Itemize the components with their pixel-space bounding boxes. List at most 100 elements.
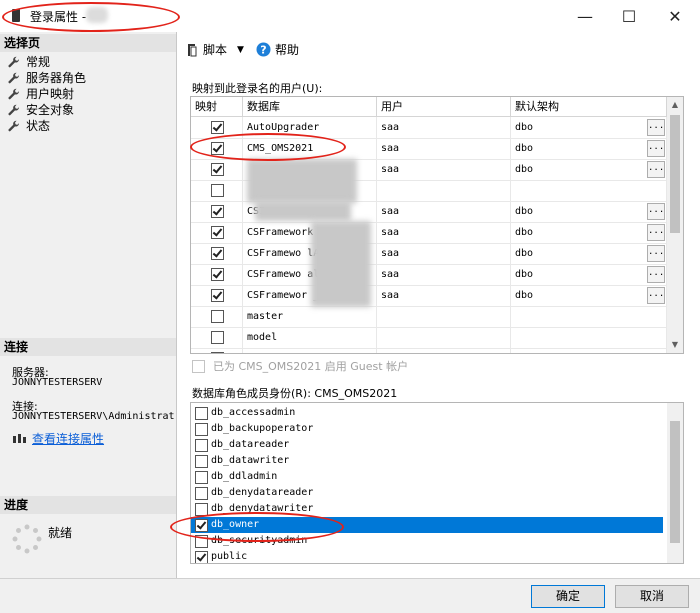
table-row[interactable]: model xyxy=(191,327,667,349)
user-cell[interactable] xyxy=(377,348,511,353)
scroll-thumb[interactable] xyxy=(670,115,680,233)
role-item[interactable]: db_ddladmin xyxy=(191,469,663,485)
user-cell[interactable]: saa xyxy=(377,243,511,264)
table-row[interactable]: CMS_OMS2021 saa dbo... xyxy=(191,138,667,160)
close-button[interactable]: ✕ xyxy=(652,0,698,32)
role-item[interactable]: db_accessadmin xyxy=(191,405,663,421)
browse-schema-button[interactable]: ... xyxy=(647,161,665,178)
browse-schema-button[interactable]: ... xyxy=(647,266,665,283)
schema-cell[interactable]: dbo... xyxy=(511,222,667,243)
nav-item[interactable]: 服务器角色 xyxy=(8,70,86,86)
roles-vertical-scrollbar[interactable] xyxy=(667,403,683,563)
user-cell[interactable]: saa xyxy=(377,285,511,306)
schema-cell[interactable]: dbo... xyxy=(511,159,667,180)
schema-cell[interactable]: dbo... xyxy=(511,264,667,285)
role-membership-list[interactable]: db_accessadmin db_backupoperator db_datare… xyxy=(190,402,684,564)
schema-cell[interactable] xyxy=(511,327,667,348)
chevron-down-icon[interactable]: ▼ xyxy=(237,45,244,55)
role-checkbox[interactable] xyxy=(195,423,208,436)
browse-schema-button[interactable]: ... xyxy=(647,119,665,136)
role-checkbox[interactable] xyxy=(195,535,208,548)
user-cell[interactable] xyxy=(377,327,511,348)
view-connection-properties[interactable]: 查看连接属性 xyxy=(12,430,104,447)
map-checkbox[interactable] xyxy=(211,289,224,302)
role-item[interactable]: public xyxy=(191,549,663,563)
scroll-up-arrow-icon[interactable]: ▲ xyxy=(667,97,683,113)
map-checkbox[interactable] xyxy=(211,184,224,197)
role-item[interactable]: db_denydatawriter xyxy=(191,501,663,517)
user-mapping-grid[interactable]: 映射 数据库 用户 默认架构 AutoUpgrader saa dbo... CMS_… xyxy=(190,96,684,354)
schema-cell[interactable] xyxy=(511,348,667,353)
user-cell[interactable]: saa xyxy=(377,138,511,159)
schema-cell[interactable]: dbo... xyxy=(511,117,667,138)
map-checkbox[interactable] xyxy=(211,205,224,218)
user-cell[interactable]: saa xyxy=(377,264,511,285)
map-checkbox[interactable] xyxy=(211,163,224,176)
browse-schema-button[interactable]: ... xyxy=(647,140,665,157)
role-checkbox[interactable] xyxy=(195,503,208,516)
user-cell[interactable]: saa xyxy=(377,222,511,243)
schema-cell[interactable] xyxy=(511,306,667,327)
table-row[interactable]: CSFramewor _stem saa dbo... xyxy=(191,285,667,307)
users-vertical-scrollbar[interactable]: ▲ ▼ xyxy=(667,97,683,353)
user-cell[interactable]: saa xyxy=(377,117,511,138)
map-checkbox[interactable] xyxy=(211,352,224,353)
map-checkbox[interactable] xyxy=(211,310,224,323)
table-row[interactable]: CSFramewo lAP... saa dbo... xyxy=(191,243,667,265)
table-row[interactable]: master xyxy=(191,306,667,328)
map-checkbox[interactable] xyxy=(211,121,224,134)
maximize-button[interactable]: ☐ xyxy=(606,0,652,32)
table-row[interactable]: CSFramework A... saa dbo... xyxy=(191,222,667,244)
role-checkbox[interactable] xyxy=(195,519,208,532)
table-row[interactable]: msdb xyxy=(191,348,667,353)
role-item[interactable]: db_denydatareader xyxy=(191,485,663,501)
nav-item[interactable]: 状态 xyxy=(8,118,50,134)
role-checkbox[interactable] xyxy=(195,455,208,468)
ok-button[interactable]: 确定 xyxy=(531,585,605,608)
column-header-map[interactable]: 映射 xyxy=(191,97,243,116)
schema-cell[interactable]: dbo... xyxy=(511,243,667,264)
schema-cell[interactable]: dbo... xyxy=(511,201,667,222)
role-checkbox[interactable] xyxy=(195,551,208,563)
roles-scroll-thumb[interactable] xyxy=(670,421,680,543)
user-cell[interactable]: saa xyxy=(377,201,511,222)
browse-schema-button[interactable]: ... xyxy=(647,203,665,220)
role-item[interactable]: db_owner xyxy=(191,517,663,533)
browse-schema-button[interactable]: ... xyxy=(647,224,665,241)
script-button[interactable]: 脚本 ▼ xyxy=(186,41,244,58)
nav-item[interactable]: 安全对象 xyxy=(8,102,74,118)
schema-cell[interactable]: dbo... xyxy=(511,285,667,306)
role-item[interactable]: db_securityadmin xyxy=(191,533,663,549)
map-checkbox[interactable] xyxy=(211,247,224,260)
map-checkbox[interactable] xyxy=(211,142,224,155)
table-row[interactable]: CSFramewo al saa dbo... xyxy=(191,264,667,286)
browse-schema-button[interactable]: ... xyxy=(647,245,665,262)
role-checkbox[interactable] xyxy=(195,407,208,420)
role-checkbox[interactable] xyxy=(195,487,208,500)
user-cell[interactable] xyxy=(377,180,511,201)
browse-schema-button[interactable]: ... xyxy=(647,287,665,304)
map-checkbox[interactable] xyxy=(211,226,224,239)
help-button[interactable]: ? 帮助 xyxy=(256,41,299,58)
role-checkbox[interactable] xyxy=(195,439,208,452)
column-header-database[interactable]: 数据库 xyxy=(243,97,377,116)
nav-item[interactable]: 用户映射 xyxy=(8,86,74,102)
column-header-user[interactable]: 用户 xyxy=(377,97,511,116)
minimize-button[interactable]: — xyxy=(562,0,608,32)
view-connection-link[interactable]: 查看连接属性 xyxy=(32,430,104,447)
cancel-button[interactable]: 取消 xyxy=(615,585,689,608)
role-checkbox[interactable] xyxy=(195,471,208,484)
role-item[interactable]: db_datawriter xyxy=(191,453,663,469)
map-checkbox[interactable] xyxy=(211,268,224,281)
scroll-down-arrow-icon[interactable]: ▼ xyxy=(667,337,683,353)
role-item[interactable]: db_backupoperator xyxy=(191,421,663,437)
map-checkbox[interactable] xyxy=(211,331,224,344)
role-item[interactable]: db_datareader xyxy=(191,437,663,453)
user-cell[interactable] xyxy=(377,306,511,327)
table-row[interactable]: AutoUpgrader saa dbo... xyxy=(191,117,667,139)
schema-cell[interactable]: dbo... xyxy=(511,138,667,159)
user-cell[interactable]: saa xyxy=(377,159,511,180)
schema-cell[interactable] xyxy=(511,180,667,201)
column-header-schema[interactable]: 默认架构 xyxy=(511,97,667,116)
nav-item[interactable]: 常规 xyxy=(8,54,50,70)
